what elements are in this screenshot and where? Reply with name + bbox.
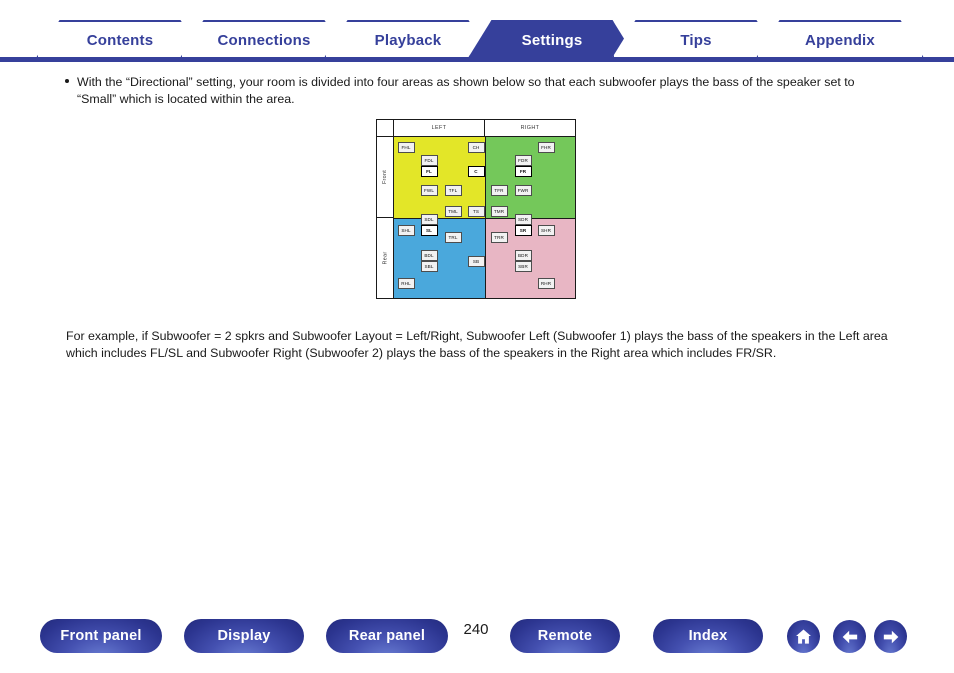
speaker-layout-diagram: LEFT RIGHT Front Rear FHL FDL FL FWL TFL CH C F…: [376, 119, 576, 299]
speaker-label-bdr: BDR: [514, 249, 532, 261]
diagram-row-header-rear-label: Rear: [381, 251, 388, 265]
speaker-label-sb: SB: [467, 255, 485, 267]
diagram-row-header-front-label: Front: [382, 169, 388, 185]
speaker-label-fdr: FDR: [514, 154, 532, 166]
tab-appendix[interactable]: Appendix: [756, 20, 924, 58]
tab-contents[interactable]: Contents: [36, 20, 204, 58]
diagram-corner-cell: [377, 120, 394, 137]
speaker-label-rhl: RHL: [397, 277, 415, 289]
speaker-label-c: C: [467, 165, 485, 177]
speaker-label-sl: SL: [420, 224, 438, 236]
speaker-label-sbl: SBL: [420, 260, 438, 272]
speaker-label-shr: SHR: [537, 224, 555, 236]
tab-tips[interactable]: Tips: [612, 20, 780, 58]
diagram-column-header-right: RIGHT: [485, 120, 575, 137]
speaker-label-bdl: BDL: [420, 249, 438, 261]
speaker-label-fr: FR: [514, 165, 532, 177]
speaker-label-fwl: FWL: [420, 184, 438, 196]
bullet-dot-icon: [65, 79, 69, 83]
remote-button[interactable]: Remote: [510, 619, 620, 653]
speaker-label-fdl: FDL: [420, 154, 438, 166]
top-navigation-tabs: Contents Connections Playback Settings T…: [0, 0, 954, 62]
speaker-label-fwr: FWR: [514, 184, 532, 196]
speaker-label-sbr: SBR: [514, 260, 532, 272]
home-icon: [794, 627, 813, 646]
home-button[interactable]: [787, 620, 820, 653]
speaker-label-ch: CH: [467, 141, 485, 153]
tabbar-underline: [0, 57, 954, 62]
speaker-label-trl: TRL: [444, 231, 462, 243]
tab-playback[interactable]: Playback: [324, 20, 492, 58]
diagram-row-header-rear: Rear: [377, 218, 394, 298]
arrow-left-icon: [840, 627, 860, 647]
diagram-column-header-left: LEFT: [394, 120, 485, 137]
speaker-label-sdl: SDL: [420, 213, 438, 225]
bullet-text: With the “Directional” setting, your roo…: [77, 75, 855, 106]
speaker-label-trr: TRR: [490, 231, 508, 243]
speaker-label-tfl: TFL: [444, 184, 462, 196]
speaker-label-sr: SR: [514, 224, 532, 236]
tab-settings[interactable]: Settings: [468, 20, 636, 58]
speaker-label-tmr: TMR: [490, 205, 508, 217]
display-button[interactable]: Display: [184, 619, 304, 653]
speaker-label-fhl: FHL: [397, 141, 415, 153]
next-button[interactable]: [874, 620, 907, 653]
speaker-label-tfr: TFR: [490, 184, 508, 196]
diagram-row-header-front: Front: [377, 137, 394, 218]
arrow-right-icon: [881, 627, 901, 647]
page-number: 240: [463, 621, 489, 638]
speaker-label-rhr: RHR: [537, 277, 555, 289]
bullet-paragraph: With the “Directional” setting, your roo…: [63, 74, 891, 108]
speaker-label-shl: SHL: [397, 224, 415, 236]
example-paragraph: For example, if Subwoofer = 2 spkrs and …: [66, 329, 888, 360]
speaker-label-sdr: SDR: [514, 213, 532, 225]
index-button[interactable]: Index: [653, 619, 763, 653]
speaker-label-ts: TS: [467, 205, 485, 217]
tab-connections[interactable]: Connections: [180, 20, 348, 58]
back-button[interactable]: [833, 620, 866, 653]
speaker-label-tml: TML: [444, 205, 462, 217]
speaker-label-fl: FL: [420, 165, 438, 177]
rear-panel-button[interactable]: Rear panel: [326, 619, 448, 653]
speaker-label-fhr: FHR: [537, 141, 555, 153]
front-panel-button[interactable]: Front panel: [40, 619, 162, 653]
